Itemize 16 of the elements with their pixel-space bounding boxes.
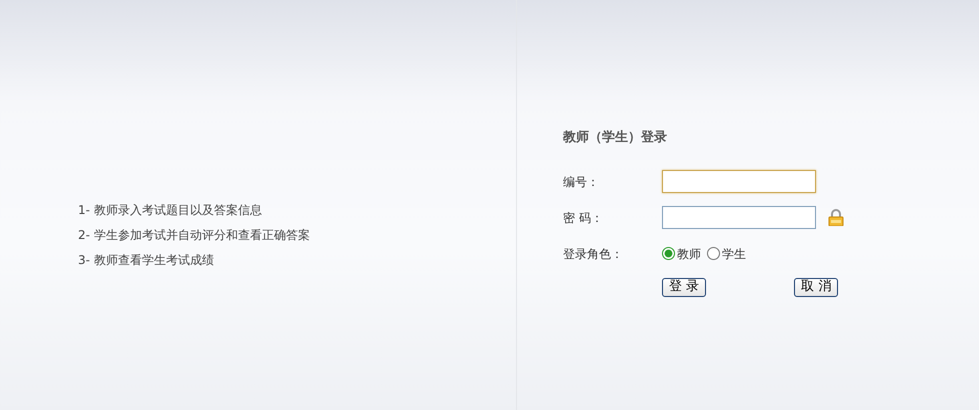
login-button[interactable]: 登 录 bbox=[662, 278, 706, 296]
radio-button[interactable] bbox=[662, 247, 675, 260]
feature-text: 3- 教师查看学生考试成绩 bbox=[78, 253, 214, 267]
field-label: 编号： bbox=[563, 174, 600, 190]
radio-label: 学生 bbox=[722, 246, 746, 262]
login-title: 教师（学生）登录 bbox=[563, 129, 668, 147]
radio-label: 教师 bbox=[677, 246, 701, 262]
input-field[interactable] bbox=[662, 206, 816, 229]
input-field[interactable] bbox=[662, 170, 816, 193]
cancel-button[interactable]: 取 消 bbox=[794, 278, 838, 296]
radio-button[interactable] bbox=[707, 247, 720, 260]
feature-text: 2- 学生参加考试并自动评分和查看正确答案 bbox=[78, 228, 310, 242]
field-label: 登录角色： bbox=[563, 246, 624, 262]
feature-text: 1- 教师录入考试题目以及答案信息 bbox=[78, 203, 262, 217]
lock-icon bbox=[828, 209, 844, 226]
field-label: 密 码： bbox=[563, 210, 604, 226]
